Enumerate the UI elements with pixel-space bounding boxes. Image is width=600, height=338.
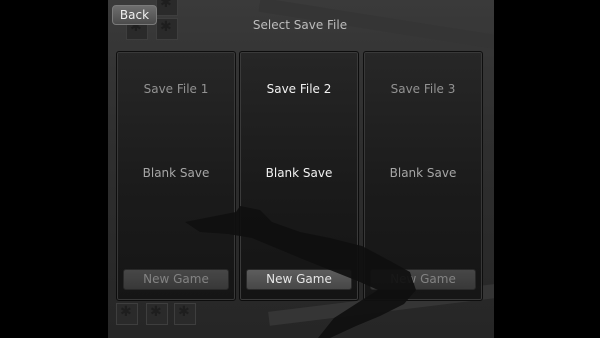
background-tile <box>146 303 168 325</box>
game-screen: Back Select Save File Save File 1 Blank … <box>0 0 600 338</box>
save-file-card-2[interactable]: Save File 2 Blank Save New Game <box>239 51 359 301</box>
new-game-button[interactable]: New Game <box>246 269 352 290</box>
save-file-card-3[interactable]: Save File 3 Blank Save New Game <box>363 51 483 301</box>
background-tile <box>174 303 196 325</box>
new-game-button[interactable]: New Game <box>123 269 229 290</box>
save-file-title: Save File 1 <box>143 82 209 96</box>
save-file-status: Blank Save <box>389 166 457 180</box>
background-tile <box>116 303 138 325</box>
back-button[interactable]: Back <box>112 5 157 25</box>
page-title: Select Save File <box>252 18 348 32</box>
new-game-button[interactable]: New Game <box>370 269 476 290</box>
save-file-card-1[interactable]: Save File 1 Blank Save New Game <box>116 51 236 301</box>
save-file-status: Blank Save <box>265 166 333 180</box>
save-file-status: Blank Save <box>142 166 210 180</box>
save-file-title: Save File 2 <box>266 82 332 96</box>
background-tile <box>156 18 178 40</box>
save-file-title: Save File 3 <box>390 82 456 96</box>
background-tile <box>156 0 178 16</box>
